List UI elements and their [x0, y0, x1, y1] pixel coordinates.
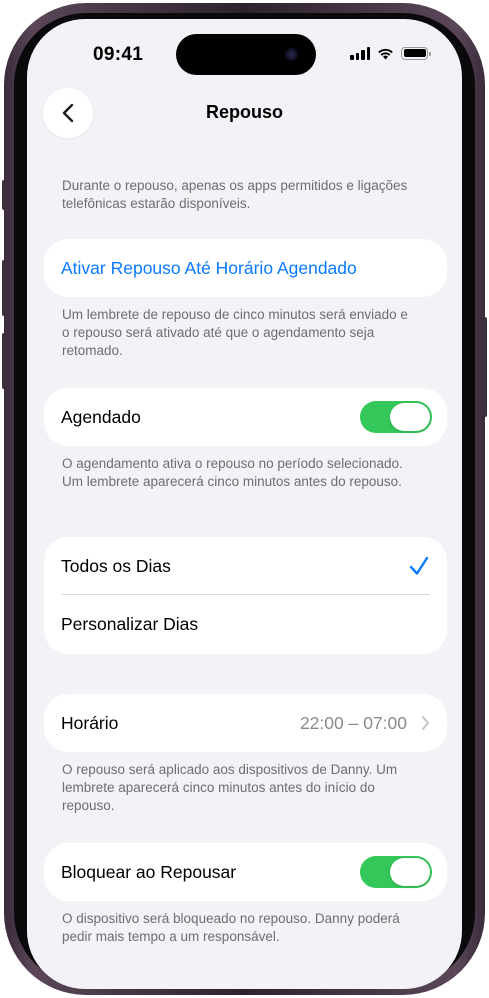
time-footnote: O repouso será aplicado aos dispositivos…: [62, 762, 398, 813]
activate-downtime-label: Ativar Repouso Até Horário Agendado: [61, 257, 357, 278]
action-button: [2, 180, 6, 210]
page-title: Repouso: [205, 102, 283, 122]
time-label: Horário: [61, 712, 119, 733]
lock-card: Bloquear ao Repousar: [44, 843, 447, 901]
lock-footnote: O dispositivo será bloqueado no repouso.…: [62, 911, 400, 944]
lock-label: Bloquear ao Repousar: [61, 861, 237, 882]
dynamic-island: [176, 34, 316, 75]
time-row[interactable]: Horário 22:00 – 07:00: [44, 694, 447, 752]
activate-card: Ativar Repouso Até Horário Agendado: [44, 239, 447, 297]
status-time: 09:41: [93, 44, 144, 65]
time-value: 22:00 – 07:00: [299, 712, 407, 733]
side-button: [483, 317, 487, 417]
battery-icon: [401, 46, 431, 60]
custom-days-label: Personalizar Dias: [61, 613, 199, 634]
time-card: Horário 22:00 – 07:00: [44, 694, 447, 752]
scheduled-footnote: O agendamento ativa o repouso no período…: [62, 456, 403, 489]
custom-days-option[interactable]: Personalizar Dias: [44, 595, 447, 653]
lock-toggle[interactable]: [360, 856, 432, 888]
chevron-right-icon: [422, 716, 429, 730]
status-icons: [350, 45, 431, 61]
intro-footnote: Durante o repouso, apenas os apps permit…: [62, 178, 408, 211]
scheduled-row: Agendado: [44, 388, 447, 446]
checkmark-icon: [409, 556, 429, 575]
screen: 09:41 Repouso Durante o repouso, apenas …: [27, 19, 462, 989]
camera-icon: [285, 48, 298, 61]
volume-up-button: [2, 260, 6, 316]
wifi-icon: [378, 48, 393, 59]
scheduled-label: Agendado: [61, 406, 141, 427]
lock-row: Bloquear ao Repousar: [44, 843, 447, 901]
every-day-option[interactable]: Todos os Dias: [44, 537, 447, 595]
cellular-signal-icon: [350, 46, 370, 60]
days-card: Todos os Dias Personalizar Dias: [44, 537, 447, 654]
scheduled-card: Agendado: [44, 388, 447, 446]
activate-downtime-button[interactable]: Ativar Repouso Até Horário Agendado: [44, 239, 447, 297]
volume-down-button: [2, 333, 6, 389]
activate-footnote: Um lembrete de repouso de cinco minutos …: [62, 307, 408, 358]
scheduled-toggle[interactable]: [360, 401, 432, 433]
every-day-label: Todos os Dias: [61, 555, 171, 576]
